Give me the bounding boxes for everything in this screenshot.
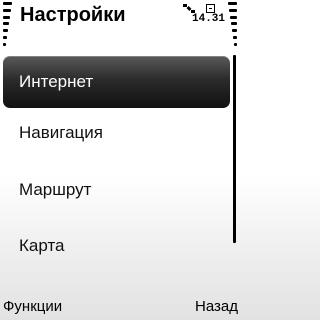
- scrollbar[interactable]: [233, 55, 236, 243]
- battery-level-icon: [228, 2, 237, 46]
- softkey-bar: Функции Назад: [0, 296, 240, 320]
- menu-item-navigation[interactable]: Навигация: [0, 104, 240, 161]
- clock: 14.31: [192, 13, 226, 25]
- menu-item-label: Маршрут: [19, 179, 92, 199]
- message-icon: [206, 4, 215, 13]
- menu-item-internet[interactable]: Интернет: [3, 56, 230, 108]
- page-title: Настройки: [20, 4, 126, 26]
- signal-strength-icon: [3, 2, 12, 46]
- options-softkey[interactable]: Функции: [3, 298, 62, 315]
- menu-item-label: Навигация: [19, 122, 103, 142]
- menu-item-label: Карта: [19, 235, 65, 255]
- status-header: Настройки 14.31: [0, 0, 240, 48]
- menu-item-map[interactable]: Карта: [0, 217, 240, 274]
- menu-item-route[interactable]: Маршрут: [0, 161, 240, 218]
- back-softkey[interactable]: Назад: [195, 298, 238, 315]
- menu-item-label: Интернет: [19, 72, 94, 91]
